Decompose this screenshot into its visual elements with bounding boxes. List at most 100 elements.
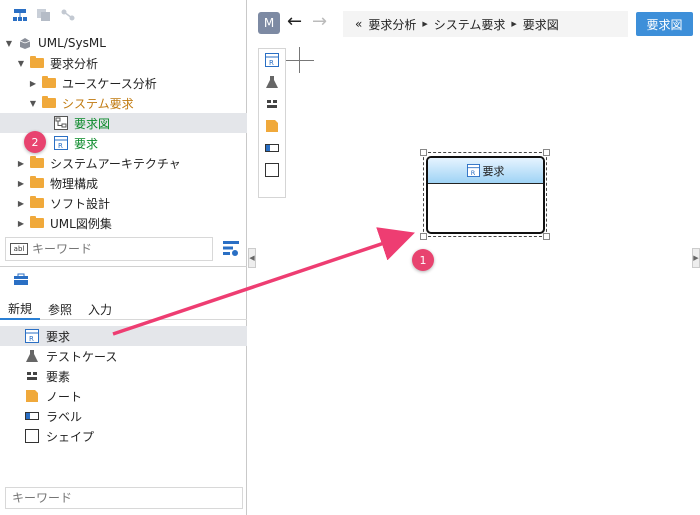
collapse-arrow-icon[interactable]: ▼ [16, 59, 26, 68]
folder-icon [42, 76, 56, 88]
back-arrow-icon[interactable]: ← [287, 11, 302, 32]
requirement-block-header: R 要求 [428, 158, 543, 184]
step-badge-1: 1 [412, 249, 434, 271]
forward-arrow-icon[interactable]: → [312, 11, 327, 32]
label-icon [265, 144, 279, 152]
resize-handle[interactable] [420, 233, 427, 240]
flask-icon [266, 76, 278, 88]
palette-shape[interactable] [259, 159, 285, 181]
tool-label: ラベル [46, 409, 83, 424]
tree-item-system-requirements[interactable]: ▼ システム要求 [0, 93, 247, 113]
resize-handle[interactable] [543, 149, 550, 156]
svg-text:R: R [269, 59, 274, 67]
tool-label: 要素 [46, 369, 71, 384]
tool-label: ノート [46, 389, 83, 404]
relation-icon[interactable] [60, 8, 76, 22]
tree-search-input[interactable] [32, 242, 192, 256]
note-icon [266, 120, 278, 132]
tree-item-label: 要求 [74, 136, 99, 151]
folder-icon [42, 96, 56, 108]
tab-new[interactable]: 新規 [0, 298, 41, 320]
breadcrumb-prefix[interactable]: « [355, 17, 362, 31]
expand-arrow-icon[interactable]: ▶ [16, 179, 26, 188]
expand-arrow-icon[interactable]: ▶ [16, 219, 26, 228]
breadcrumb-separator-icon: ▶ [422, 20, 428, 28]
folder-icon [30, 56, 44, 68]
tree-item-label: システムアーキテクチャ [50, 156, 181, 171]
tree-search-box: abl [5, 237, 213, 261]
requirement-block-title: 要求 [482, 164, 505, 178]
folder-icon [30, 156, 44, 168]
tree-root-label: UML/SysML [38, 36, 106, 50]
resize-handle[interactable] [420, 149, 427, 156]
palette-element[interactable] [259, 93, 285, 115]
tree-item-requirement-diagram[interactable]: 要求図 [0, 113, 247, 133]
label-icon [25, 412, 39, 420]
tree-item-usecase-analysis[interactable]: ▶ ユースケース分析 [0, 73, 247, 93]
tree-item-label: 要求分析 [50, 56, 99, 71]
tool-label: 要求 [46, 329, 71, 344]
collapse-arrow-icon[interactable]: ▼ [4, 39, 14, 48]
step-badge-2: 2 [24, 131, 46, 153]
tool-requirement[interactable]: R 要求 [0, 326, 247, 346]
breadcrumb-item[interactable]: 要求分析 [368, 16, 416, 33]
expand-arrow-icon[interactable]: ▶ [16, 159, 26, 168]
diagram-icon [54, 116, 68, 130]
tree-item-label: システム要求 [62, 96, 134, 111]
expand-arrow-icon[interactable]: ▶ [16, 199, 26, 208]
collapse-left-icon[interactable]: ◀ [248, 248, 256, 268]
tree-item-label: ソフト設計 [50, 196, 111, 211]
toolbox-search-input[interactable] [12, 491, 172, 505]
collapse-arrow-icon[interactable]: ▼ [28, 99, 38, 108]
tree-item-label: ユースケース分析 [62, 76, 157, 91]
panel-divider[interactable] [0, 266, 247, 267]
palette-testcase[interactable] [259, 71, 285, 93]
tool-shape[interactable]: シェイプ [0, 426, 247, 446]
svg-text:R: R [470, 169, 475, 177]
tab-reference[interactable]: 参照 [40, 298, 80, 320]
palette-label[interactable] [259, 137, 285, 159]
requirement-icon: R [54, 136, 68, 150]
crosshair-cursor [299, 47, 300, 73]
filter-settings-icon[interactable] [222, 239, 240, 257]
toolbox-icon [14, 273, 28, 285]
tree-item-physical-config[interactable]: ▶ 物理構成 [0, 173, 247, 193]
tree-item-requirement-analysis[interactable]: ▼ 要求分析 [0, 53, 247, 73]
tab-input[interactable]: 入力 [80, 298, 120, 320]
tool-label: テストケース [46, 349, 118, 364]
svg-text:R: R [58, 142, 63, 150]
folder-icon [30, 196, 44, 208]
palette-requirement[interactable]: R [259, 49, 285, 71]
tool-label-item[interactable]: ラベル [0, 406, 247, 426]
toolbox-search-box [5, 487, 243, 509]
palette-note[interactable] [259, 115, 285, 137]
breadcrumb-separator-icon: ▶ [511, 20, 517, 28]
expand-arrow-icon[interactable]: ▶ [28, 79, 38, 88]
tree-item-system-architecture[interactable]: ▶ システムアーキテクチャ [0, 153, 247, 173]
folder-icon [30, 216, 44, 228]
diagram-button[interactable]: 要求図 [636, 12, 693, 36]
copy-icon[interactable] [36, 8, 52, 22]
requirement-icon: R [25, 329, 39, 343]
tool-note[interactable]: ノート [0, 386, 247, 406]
tool-element[interactable]: 要素 [0, 366, 247, 386]
model-tree-icon[interactable] [12, 8, 28, 22]
tree-item-label: UML図例集 [50, 216, 112, 231]
tree-item-software-design[interactable]: ▶ ソフト設計 [0, 193, 247, 213]
model-button[interactable]: M [258, 12, 280, 34]
diagram-editor: M ← → « 要求分析 ▶ システム要求 ▶ 要求図 要求図 R R 要求 [248, 0, 700, 515]
requirement-block[interactable]: R 要求 [426, 156, 545, 234]
svg-text:R: R [29, 335, 34, 343]
left-toolbar [0, 0, 246, 30]
toolbox-tabs: 新規 参照 入力 [0, 298, 247, 320]
shape-icon [265, 163, 279, 177]
requirement-icon: R [265, 53, 279, 67]
collapse-right-icon[interactable]: ▶ [692, 248, 700, 268]
tool-testcase[interactable]: テストケース [0, 346, 247, 366]
breadcrumb-item[interactable]: システム要求 [434, 16, 506, 33]
tree-item-label: 物理構成 [50, 176, 99, 191]
breadcrumb-item[interactable]: 要求図 [523, 16, 559, 33]
tree-root[interactable]: ▼ UML/SysML [0, 33, 247, 53]
tree-item-uml-examples[interactable]: ▶ UML図例集 [0, 213, 247, 233]
resize-handle[interactable] [543, 233, 550, 240]
